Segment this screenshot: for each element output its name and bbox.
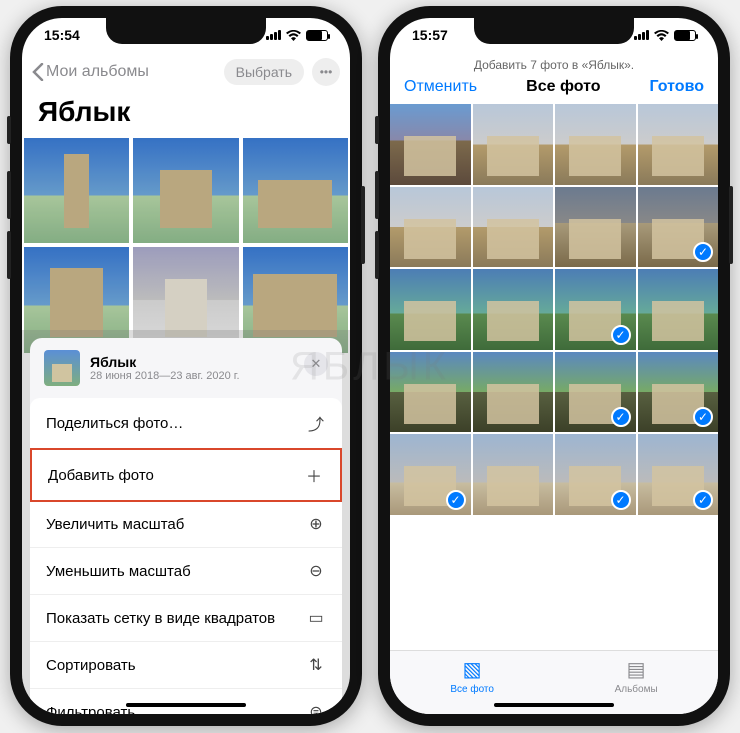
wifi-icon [654,30,669,41]
battery-icon [306,30,328,41]
mute-switch [7,116,11,144]
home-indicator[interactable] [494,703,614,707]
chevron-left-icon [32,63,44,81]
picker-thumb[interactable]: ✓ [638,187,719,268]
volume-down [7,231,11,279]
picker-thumb[interactable] [390,352,471,433]
picker-title: Добавить 7 фото в «Яблык». [404,58,704,72]
check-icon: ✓ [446,490,466,510]
sheet-subtitle: 28 июня 2018—23 авг. 2020 г. [90,370,240,382]
action-sheet: Яблык 28 июня 2018—23 авг. 2020 г. ✕ Под… [30,338,342,714]
nav-bar: Мои альбомы Выбрать ••• [22,52,350,92]
picker-thumb[interactable] [390,269,471,350]
picker-thumb[interactable]: ✓ [555,352,636,433]
back-button[interactable]: Мои альбомы [32,63,149,81]
picker-thumb[interactable] [638,104,719,185]
check-icon: ✓ [693,407,713,427]
sort-icon: ⇅ [306,655,326,675]
filter-icon: ⊜ [306,702,326,714]
menu-label: Добавить фото [48,467,154,484]
close-button[interactable]: ✕ [304,352,328,376]
photo-grid [22,138,350,353]
side-button [729,186,733,264]
photo-thumb[interactable] [133,138,238,243]
mute-switch [375,116,379,144]
tab-all-photos[interactable]: ▧ Все фото [450,657,494,695]
tab-albums[interactable]: ▤ Альбомы [615,657,658,695]
tab-label: Все фото [450,684,494,695]
menu-sort[interactable]: Сортировать ⇅ [30,642,342,689]
picker-thumb[interactable]: ✓ [555,269,636,350]
picker-thumb[interactable] [390,187,471,268]
check-icon: ✓ [611,490,631,510]
sheet-thumb [44,350,80,386]
status-time: 15:57 [412,27,448,43]
menu-label: Поделиться фото… [46,415,183,432]
menu-label: Сортировать [46,657,136,674]
menu-filter[interactable]: Фильтровать ⊜ [30,689,342,714]
albums-icon: ▤ [615,657,658,682]
wifi-icon [286,30,301,41]
check-icon: ✓ [693,242,713,262]
select-button[interactable]: Выбрать [224,59,304,85]
check-icon: ✓ [611,407,631,427]
side-button [361,186,365,264]
volume-down [375,231,379,279]
menu-label: Уменьшить масштаб [46,563,191,580]
volume-up [375,171,379,219]
menu-add-photo[interactable]: Добавить фото ＋ [30,448,342,502]
photos-icon: ▧ [450,657,494,682]
sheet-title: Яблык [90,354,240,370]
status-time: 15:54 [44,27,80,43]
menu-zoom-in[interactable]: Увеличить масштаб ⊕ [30,501,342,548]
picker-thumb[interactable] [473,434,554,515]
picker-header: Добавить 7 фото в «Яблык». Отменить Все … [390,52,718,104]
picker-thumb[interactable] [555,187,636,268]
menu-zoom-out[interactable]: Уменьшить масштаб ⊖ [30,548,342,595]
picker-thumb[interactable]: ✓ [390,434,471,515]
plus-icon: ＋ [304,463,324,487]
action-menu: Поделиться фото… ⤴︎ Добавить фото ＋ Увелич… [30,398,342,714]
picker-thumb[interactable] [473,269,554,350]
signal-icon [266,30,281,40]
album-title: Яблык [22,92,350,138]
share-icon: ⤴︎ [306,411,326,435]
picker-thumb[interactable]: ✓ [555,434,636,515]
tab-label: Альбомы [615,684,658,695]
done-button[interactable]: Готово [650,78,704,96]
phone-right: 15:57 Добавить 7 фото в «Яблык». Отменит… [378,6,730,726]
aspect-icon: ▭ [306,608,326,628]
picker-thumb[interactable]: ✓ [638,434,719,515]
phone-left: 15:54 Мои альбомы Выбрать ••• Яблык [10,6,362,726]
back-label: Мои альбомы [46,63,149,81]
picker-thumb[interactable] [555,104,636,185]
battery-icon [674,30,696,41]
cancel-button[interactable]: Отменить [404,78,477,96]
notch [106,18,266,44]
menu-label: Увеличить масштаб [46,516,184,533]
picker-thumb[interactable] [473,104,554,185]
menu-share[interactable]: Поделиться фото… ⤴︎ [30,398,342,449]
notch [474,18,634,44]
check-icon: ✓ [611,325,631,345]
menu-label: Показать сетку в виде квадратов [46,610,275,627]
zoom-out-icon: ⊖ [306,561,326,581]
check-icon: ✓ [693,490,713,510]
picker-thumb[interactable] [638,269,719,350]
photo-thumb[interactable] [24,138,129,243]
picker-thumb[interactable] [390,104,471,185]
menu-label: Фильтровать [46,704,135,715]
home-indicator[interactable] [126,703,246,707]
volume-up [7,171,11,219]
picker-thumb[interactable] [473,187,554,268]
menu-aspect[interactable]: Показать сетку в виде квадратов ▭ [30,595,342,642]
picker-thumb[interactable]: ✓ [638,352,719,433]
zoom-in-icon: ⊕ [306,514,326,534]
more-button[interactable]: ••• [312,58,340,86]
picker-section: Все фото [526,78,600,96]
picker-grid: ✓ ✓ ✓ ✓ ✓ ✓ ✓ [390,104,718,515]
photo-thumb[interactable] [243,138,348,243]
picker-thumb[interactable] [473,352,554,433]
signal-icon [634,30,649,40]
